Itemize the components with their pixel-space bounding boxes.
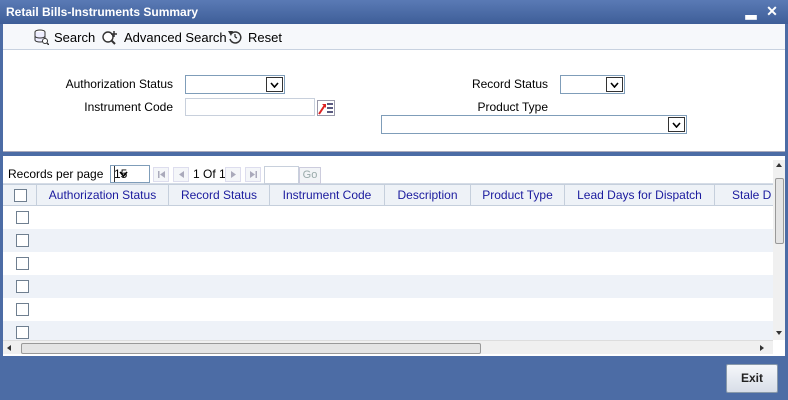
select-all-cell — [3, 185, 37, 205]
advanced-search-button[interactable]: Advanced Search — [101, 28, 227, 46]
chevron-down-icon — [668, 117, 685, 132]
page-number-input[interactable] — [264, 166, 299, 184]
scroll-left-icon[interactable] — [6, 344, 12, 352]
scroll-up-icon[interactable] — [775, 162, 783, 168]
results-panel: Records per page 15 1 Of 1 Go Authorizat… — [3, 156, 785, 356]
advanced-search-label: Advanced Search — [124, 29, 227, 45]
instrument-code-label: Instrument Code — [84, 100, 173, 114]
row-checkbox[interactable] — [16, 280, 29, 293]
product-type-select[interactable] — [381, 115, 687, 134]
scroll-right-icon[interactable] — [759, 344, 765, 352]
row-checkbox[interactable] — [16, 303, 29, 316]
column-header-instrument-code[interactable]: Instrument Code — [270, 185, 385, 205]
scroll-down-icon[interactable] — [775, 330, 783, 336]
list-of-values-icon[interactable] — [317, 100, 335, 116]
reset-icon — [227, 29, 243, 45]
row-checkbox[interactable] — [16, 326, 29, 339]
table-row[interactable] — [3, 252, 773, 275]
column-header-description[interactable]: Description — [385, 185, 471, 205]
minimize-icon[interactable]: ▂ — [743, 3, 759, 19]
page-info: 1 Of 1 — [193, 167, 226, 181]
table-row[interactable] — [3, 229, 773, 252]
column-header-stale-days[interactable]: Stale D — [715, 185, 773, 205]
instrument-code-input[interactable] — [185, 98, 315, 116]
first-page-icon[interactable] — [153, 167, 169, 182]
column-header-record-status[interactable]: Record Status — [169, 185, 270, 205]
vertical-scroll-thumb[interactable] — [775, 178, 784, 244]
record-status-label: Record Status — [471, 77, 548, 91]
search-button[interactable]: Search — [33, 28, 95, 46]
records-per-page-select[interactable]: 15 — [110, 165, 150, 183]
toolbar: Search Advanced Search Reset — [3, 24, 785, 50]
grid-header: Authorization Status Record Status Instr… — [3, 184, 773, 206]
pagination-bar: Records per page 15 1 Of 1 Go — [3, 160, 773, 184]
authorization-status-label: Authorization Status — [65, 77, 173, 91]
column-header-lead-days-for-dispatch[interactable]: Lead Days for Dispatch — [565, 185, 715, 205]
search-criteria-panel: Authorization Status Instrument Code Rec… — [3, 50, 785, 152]
last-page-icon[interactable] — [245, 167, 261, 182]
title-bar: Retail Bills-Instruments Summary ▂ ✕ — [0, 0, 788, 24]
search-label: Search — [54, 29, 96, 45]
footer-bar: Exit — [0, 358, 788, 400]
reset-button[interactable]: Reset — [227, 28, 282, 46]
exit-button[interactable]: Exit — [726, 364, 778, 393]
reset-label: Reset — [248, 29, 282, 45]
chevron-down-icon — [266, 77, 283, 92]
record-status-select[interactable] — [560, 75, 625, 94]
search-icon — [33, 29, 49, 45]
table-row[interactable] — [3, 298, 773, 321]
horizontal-scrollbar[interactable] — [3, 340, 773, 354]
chevron-down-icon — [606, 77, 623, 92]
horizontal-scroll-thumb[interactable] — [21, 343, 481, 354]
records-per-page-label: Records per page — [8, 167, 104, 181]
previous-page-icon[interactable] — [173, 167, 189, 182]
column-header-product-type[interactable]: Product Type — [471, 185, 565, 205]
vertical-scrollbar[interactable] — [773, 160, 785, 340]
retail-bills-instruments-summary-window: Retail Bills-Instruments Summary ▂ ✕ Sea… — [0, 0, 788, 400]
next-page-icon[interactable] — [225, 167, 241, 182]
table-row[interactable] — [3, 275, 773, 298]
authorization-status-select[interactable] — [185, 75, 285, 94]
select-all-checkbox[interactable] — [14, 189, 27, 202]
table-row[interactable] — [3, 321, 773, 340]
close-icon[interactable]: ✕ — [764, 3, 780, 19]
advanced-search-icon — [101, 29, 119, 45]
row-checkbox[interactable] — [16, 211, 29, 224]
chevron-down-icon — [114, 166, 132, 182]
table-row[interactable] — [3, 206, 773, 229]
go-button[interactable]: Go — [299, 167, 321, 184]
window-title: Retail Bills-Instruments Summary — [6, 5, 199, 19]
row-checkbox[interactable] — [16, 257, 29, 270]
product-type-label: Product Type — [477, 100, 549, 114]
column-header-authorization-status[interactable]: Authorization Status — [37, 185, 169, 205]
row-checkbox[interactable] — [16, 234, 29, 247]
